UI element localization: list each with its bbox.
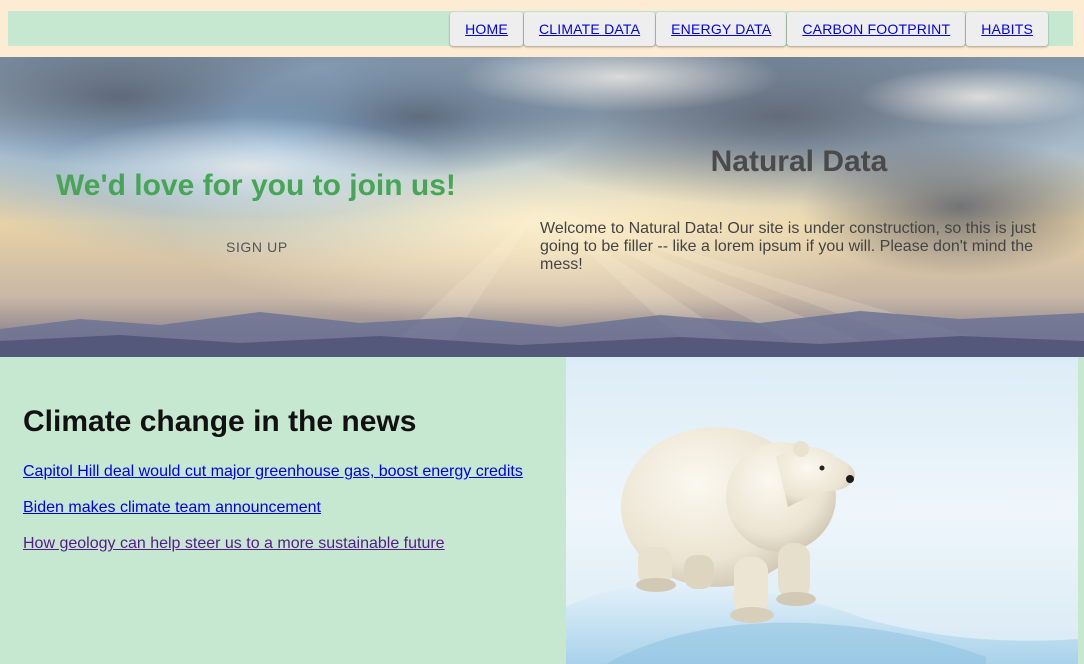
news-link-greenhouse-gas[interactable]: Capitol Hill deal would cut major greenh… bbox=[23, 463, 523, 481]
nav-home-button[interactable]: HOME bbox=[450, 12, 523, 46]
nav-carbon-footprint-button[interactable]: CARBON FOOTPRINT bbox=[787, 12, 966, 46]
hero-section: We'd love for you to join us! SIGN UP Na… bbox=[0, 57, 1084, 357]
news-link-climate-team[interactable]: Biden makes climate team announcement bbox=[23, 499, 321, 517]
polar-bear-image bbox=[566, 357, 1078, 664]
site-title: Natural Data bbox=[710, 145, 888, 178]
news-link-geology[interactable]: How geology can help steer us to a more … bbox=[23, 535, 445, 553]
news-heading: Climate change in the news bbox=[23, 405, 417, 438]
nav-climate-data-button[interactable]: CLIMATE DATA bbox=[523, 12, 656, 46]
nav-habits-button[interactable]: HABITS bbox=[966, 12, 1048, 46]
top-frame: HOME CLIMATE DATA ENERGY DATA CARBON FOO… bbox=[0, 0, 1084, 57]
welcome-text: Welcome to Natural Data! Our site is und… bbox=[540, 220, 1036, 273]
news-section: Climate change in the news Capitol Hill … bbox=[0, 357, 566, 664]
polar-bear-illustration bbox=[566, 427, 1078, 664]
nav-list: HOME CLIMATE DATA ENERGY DATA CARBON FOO… bbox=[450, 12, 1048, 46]
nav-energy-data-button[interactable]: ENERGY DATA bbox=[656, 12, 787, 46]
right-edge-strip bbox=[1078, 357, 1084, 664]
sign-up-button[interactable]: SIGN UP bbox=[226, 239, 288, 255]
sky-background-image bbox=[0, 57, 1084, 357]
nav-bar: HOME CLIMATE DATA ENERGY DATA CARBON FOO… bbox=[8, 11, 1073, 46]
join-us-heading: We'd love for you to join us! bbox=[56, 169, 456, 202]
